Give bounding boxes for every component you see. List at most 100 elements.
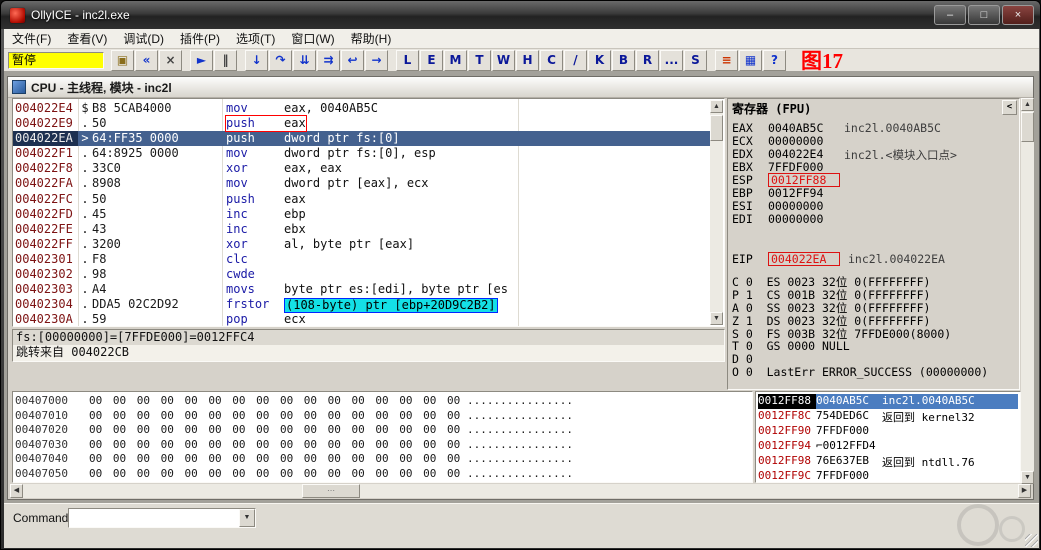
close-program-button[interactable]: × xyxy=(159,49,182,71)
register-row[interactable]: ECX 00000000 xyxy=(732,134,1015,148)
minimize-button[interactable]: – xyxy=(934,5,966,25)
disasm-scrollbar[interactable]: ▲ ▼ xyxy=(710,100,723,325)
threads-window-button[interactable]: T xyxy=(468,49,491,71)
menu-item-plugins[interactable]: 插件(P) xyxy=(172,28,228,49)
disasm-row[interactable]: 00402304. DDA5 02C2D92 frstor (108-byte) pt… xyxy=(13,297,710,314)
disasm-row[interactable]: 004022F8. 33C0 xor eax, eax xyxy=(13,161,710,176)
resize-grip[interactable] xyxy=(1025,534,1038,547)
register-row[interactable]: EDI 00000000 xyxy=(732,212,1015,226)
menu-item-debug[interactable]: 调试(D) xyxy=(115,28,172,49)
register-row[interactable]: ESI 00000000 xyxy=(732,199,1015,213)
memory-window-button[interactable]: M xyxy=(444,49,467,71)
dump-row[interactable]: 00407030 00 00 00 00 00 00 00 00 00 00 00… xyxy=(15,438,750,453)
references-window-button[interactable]: R xyxy=(636,49,659,71)
disasm-address: 004022FD xyxy=(15,206,73,221)
stack-row[interactable]: 0012FF8C 754DED6C 返回到 kernel32 xyxy=(758,409,1018,424)
cpu-window-button[interactable]: C xyxy=(540,49,563,71)
help-button[interactable]: ? xyxy=(763,49,786,71)
register-row[interactable]: EBP 0012FF94 xyxy=(732,186,1015,200)
disasm-row[interactable]: 00402301. F8 clc xyxy=(13,252,710,267)
menu-item-file[interactable]: 文件(F) xyxy=(4,28,59,49)
disasm-row[interactable]: 00402302. 98 cwde xyxy=(13,267,710,282)
log-window-button[interactable]: L xyxy=(396,49,419,71)
register-row[interactable]: EDX 004022E4 inc2l.<模块入口点> xyxy=(732,147,1015,161)
stack-rows: 0012FF88 0040AB5C inc2l.0040AB5C 0012FF8C 75… xyxy=(758,394,1018,484)
scroll-thumb[interactable] xyxy=(710,115,723,141)
dump-hex: 00 00 00 00 00 00 00 00 00 00 00 00 00 0… xyxy=(89,452,461,466)
disasm-row[interactable]: 004022F1. 64:8925 0000 mov dword ptr fs:[0]… xyxy=(13,146,710,161)
register-extra xyxy=(844,186,1015,199)
dropdown-icon[interactable]: ▼ xyxy=(239,509,255,527)
cpu-title-bar[interactable]: CPU - 主线程, 模块 - inc2l xyxy=(8,77,1033,98)
executables-window-button[interactable]: E xyxy=(420,49,443,71)
options-button[interactable]: ≡ xyxy=(715,49,738,71)
scroll-thumb[interactable]: ⋯ xyxy=(302,484,360,498)
eip-row[interactable]: EIP 004022EA inc2l.004022EA xyxy=(732,252,1015,266)
animate-over-button[interactable]: ⇉ xyxy=(317,49,340,71)
stack-row[interactable]: 0012FF90 7FFDF000 xyxy=(758,424,1018,439)
dump-row[interactable]: 00407050 00 00 00 00 00 00 00 00 00 00 00… xyxy=(15,467,750,482)
dump-row[interactable]: 00407040 00 00 00 00 00 00 00 00 00 00 00… xyxy=(15,452,750,467)
register-row[interactable]: EAX 0040AB5C inc2l.0040AB5C xyxy=(732,121,1015,135)
disasm-bytes: B8 5CAB4000 xyxy=(92,101,172,115)
stack-row[interactable]: 0012FF9C 7FFDF000 xyxy=(758,469,1018,484)
close-button[interactable]: × xyxy=(1002,5,1034,25)
scroll-up-icon[interactable]: ▲ xyxy=(710,100,723,113)
scroll-left-icon[interactable]: ◀ xyxy=(10,484,23,498)
register-row[interactable]: ESP 0012FF88 xyxy=(732,173,1015,187)
menu-item-window[interactable]: 窗口(W) xyxy=(283,28,342,49)
disasm-row[interactable]: 004022FE. 43 inc ebx xyxy=(13,222,710,237)
command-input[interactable]: ▼ xyxy=(68,508,256,528)
scroll-up-icon[interactable]: ▲ xyxy=(1021,98,1034,111)
disasm-row[interactable]: 00402303. A4 movs byte ptr es:[edi], byte p… xyxy=(13,282,710,297)
registers-scrollbar[interactable]: ▲ ▼ xyxy=(1021,98,1034,484)
menu-item-help[interactable]: 帮助(H) xyxy=(343,28,400,49)
windows-window-button[interactable]: W xyxy=(492,49,515,71)
dump-row[interactable]: 00407000 00 00 00 00 00 00 00 00 00 00 00… xyxy=(15,394,750,409)
open-file-button[interactable]: ▣ xyxy=(111,49,134,71)
animate-into-button[interactable]: ⇊ xyxy=(293,49,316,71)
handles-window-button[interactable]: H xyxy=(516,49,539,71)
scroll-down-icon[interactable]: ▼ xyxy=(1021,471,1034,484)
patches-window-button[interactable]: / xyxy=(564,49,587,71)
disasm-row[interactable]: 004022E4 $ B8 5CAB4000 mov eax, 0040AB5C xyxy=(13,101,710,116)
breakpoints-window-button[interactable]: B xyxy=(612,49,635,71)
scroll-thumb[interactable] xyxy=(1021,112,1034,142)
run-button[interactable]: ► xyxy=(190,49,213,71)
horizontal-scrollbar[interactable]: ◀ ⋯ ▶ xyxy=(10,484,1031,498)
source-window-button[interactable]: S xyxy=(684,49,707,71)
step-over-button[interactable]: ↷ xyxy=(269,49,292,71)
dump-row[interactable]: 00407020 00 00 00 00 00 00 00 00 00 00 00… xyxy=(15,423,750,438)
disasm-row[interactable]: 004022FA. 8908 mov dword ptr [eax], ecx xyxy=(13,176,710,191)
execute-till-return-button[interactable]: ↩ xyxy=(341,49,364,71)
maximize-button[interactable]: □ xyxy=(968,5,1000,25)
stack-row[interactable]: 0012FF94 ⌐0012FFD4 xyxy=(758,439,1018,454)
disasm-row[interactable]: 004022FF. 3200 xor al, byte ptr [eax] xyxy=(13,237,710,252)
restart-button[interactable]: « xyxy=(135,49,158,71)
call-stack-window-button[interactable]: K xyxy=(588,49,611,71)
dump-ascii: ................ xyxy=(467,452,573,466)
disasm-row[interactable]: 004022FD. 45 inc ebp xyxy=(13,207,710,222)
disasm-row[interactable]: 0040230A. 59 pop ecx xyxy=(13,312,710,327)
scroll-down-icon[interactable]: ▼ xyxy=(710,312,723,325)
disasm-prefix: . xyxy=(81,297,89,312)
disasm-row[interactable]: 004022EA >64:FF35 0000 push dword ptr fs:[0… xyxy=(13,131,710,147)
scroll-right-icon[interactable]: ▶ xyxy=(1018,484,1031,498)
menu-item-options[interactable]: 选项(T) xyxy=(228,28,283,49)
step-into-button[interactable]: ↓ xyxy=(245,49,268,71)
stack-row[interactable]: 0012FF88 0040AB5C inc2l.0040AB5C xyxy=(758,394,1018,409)
stack-row[interactable]: 0012FF98 76E637EB 返回到 ntdll.76 xyxy=(758,454,1018,469)
dump-row[interactable]: 00407010 00 00 00 00 00 00 00 00 00 00 00… xyxy=(15,409,750,424)
command-field[interactable] xyxy=(70,510,238,526)
title-bar[interactable]: OllyICE - inc2l.exe – □ × xyxy=(1,1,1040,29)
run-trace-window-button[interactable]: ... xyxy=(660,49,683,71)
appearance-button[interactable]: ▦ xyxy=(739,49,762,71)
disasm-row[interactable]: 004022FC. 50 push eax xyxy=(13,192,710,207)
collapse-button[interactable]: < xyxy=(1002,100,1017,115)
pause-button[interactable]: ‖ xyxy=(214,49,237,71)
register-row[interactable]: EBX 7FFDF000 xyxy=(732,160,1015,174)
disasm-bytes: DDA5 02C2D92 xyxy=(92,297,179,312)
menu-item-view[interactable]: 查看(V) xyxy=(59,28,115,49)
go-to-address-button[interactable]: → xyxy=(365,49,388,71)
disasm-row[interactable]: 004022E9. 50 push eax xyxy=(13,115,710,133)
